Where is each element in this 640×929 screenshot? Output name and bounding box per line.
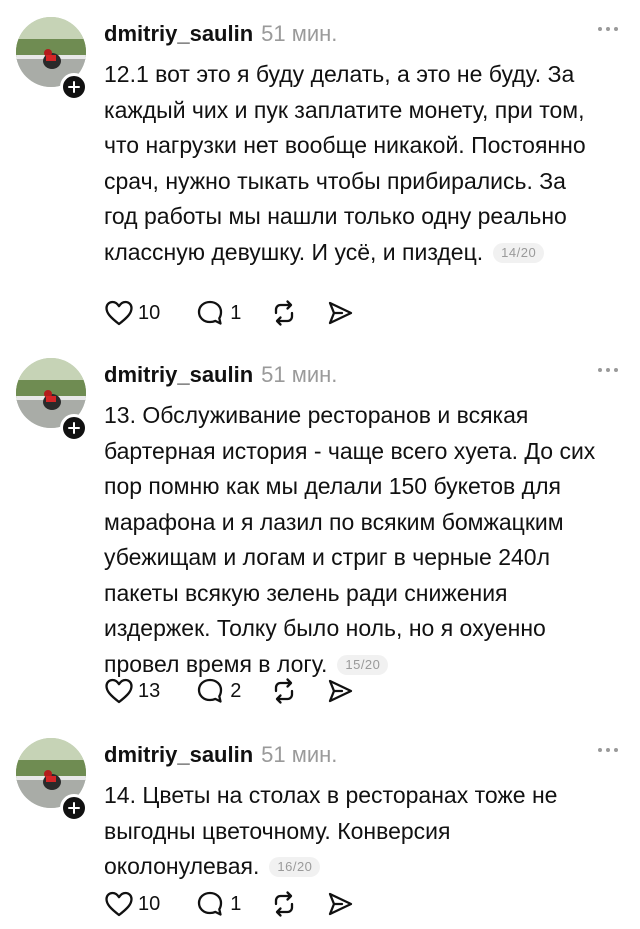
thread-counter: 15/20 [337,654,389,675]
post: dmitriy_saulin 51 мин. 13. Обслуживание … [0,358,640,718]
follow-plus-icon[interactable] [60,794,88,822]
post-header: dmitriy_saulin 51 мин. [104,358,337,392]
username[interactable]: dmitriy_saulin [104,362,253,388]
heart-icon [104,677,134,705]
reply-count: 2 [230,679,242,702]
reply-count: 1 [230,892,242,915]
comment-icon [196,677,226,705]
repost-icon [269,677,299,705]
reply-count: 1 [230,301,242,324]
heart-icon [104,890,134,918]
timestamp: 51 мин. [261,362,338,387]
reply-button[interactable]: 1 [196,890,241,918]
more-icon[interactable] [598,27,618,31]
post-text: 12.1 вот это я буду делать, а это не буд… [104,57,604,270]
timestamp: 51 мин. [261,21,338,46]
reply-button[interactable]: 2 [196,677,241,705]
post: dmitriy_saulin 51 мин. 12.1 вот это я бу… [0,17,640,337]
more-icon[interactable] [598,748,618,752]
reply-button[interactable]: 1 [196,299,241,327]
thread-counter: 14/20 [493,242,545,263]
send-icon [325,890,355,918]
timestamp: 51 мин. [261,742,338,767]
repost-button[interactable] [269,890,299,918]
more-icon[interactable] [598,368,618,372]
post-text-content: 14. Цветы на столах в ресторанах тоже не… [104,782,558,879]
thread-counter: 16/20 [269,857,321,877]
comment-icon [196,890,226,918]
like-button[interactable]: 10 [104,299,160,327]
repost-icon [269,299,299,327]
share-button[interactable] [325,299,355,327]
repost-button[interactable] [269,677,299,705]
like-count: 13 [138,679,161,702]
like-count: 10 [138,892,161,915]
post-header: dmitriy_saulin 51 мин. [104,17,337,51]
post-actions: 10 1 [104,296,377,330]
share-button[interactable] [325,677,355,705]
like-button[interactable]: 10 [104,890,160,918]
repost-icon [269,890,299,918]
heart-icon [104,299,134,327]
post-actions: 10 1 [104,887,377,921]
share-button[interactable] [325,890,355,918]
send-icon [325,677,355,705]
username[interactable]: dmitriy_saulin [104,21,253,47]
post-text: 13. Обслуживание ресторанов и всякая бар… [104,398,604,682]
repost-button[interactable] [269,299,299,327]
send-icon [325,299,355,327]
post-text-content: 12.1 вот это я буду делать, а это не буд… [104,61,586,265]
follow-plus-icon[interactable] [60,414,88,442]
like-count: 10 [138,301,161,324]
follow-plus-icon[interactable] [60,73,88,101]
post: dmitriy_saulin 51 мин. 14. Цветы на стол… [0,738,640,929]
comment-icon [196,299,226,327]
username[interactable]: dmitriy_saulin [104,742,253,768]
post-header: dmitriy_saulin 51 мин. [104,738,337,772]
like-button[interactable]: 13 [104,677,160,705]
post-actions: 13 2 [104,674,377,708]
post-text: 14. Цветы на столах в ресторанах тоже не… [104,778,604,885]
post-text-content: 13. Обслуживание ресторанов и всякая бар… [104,402,596,677]
